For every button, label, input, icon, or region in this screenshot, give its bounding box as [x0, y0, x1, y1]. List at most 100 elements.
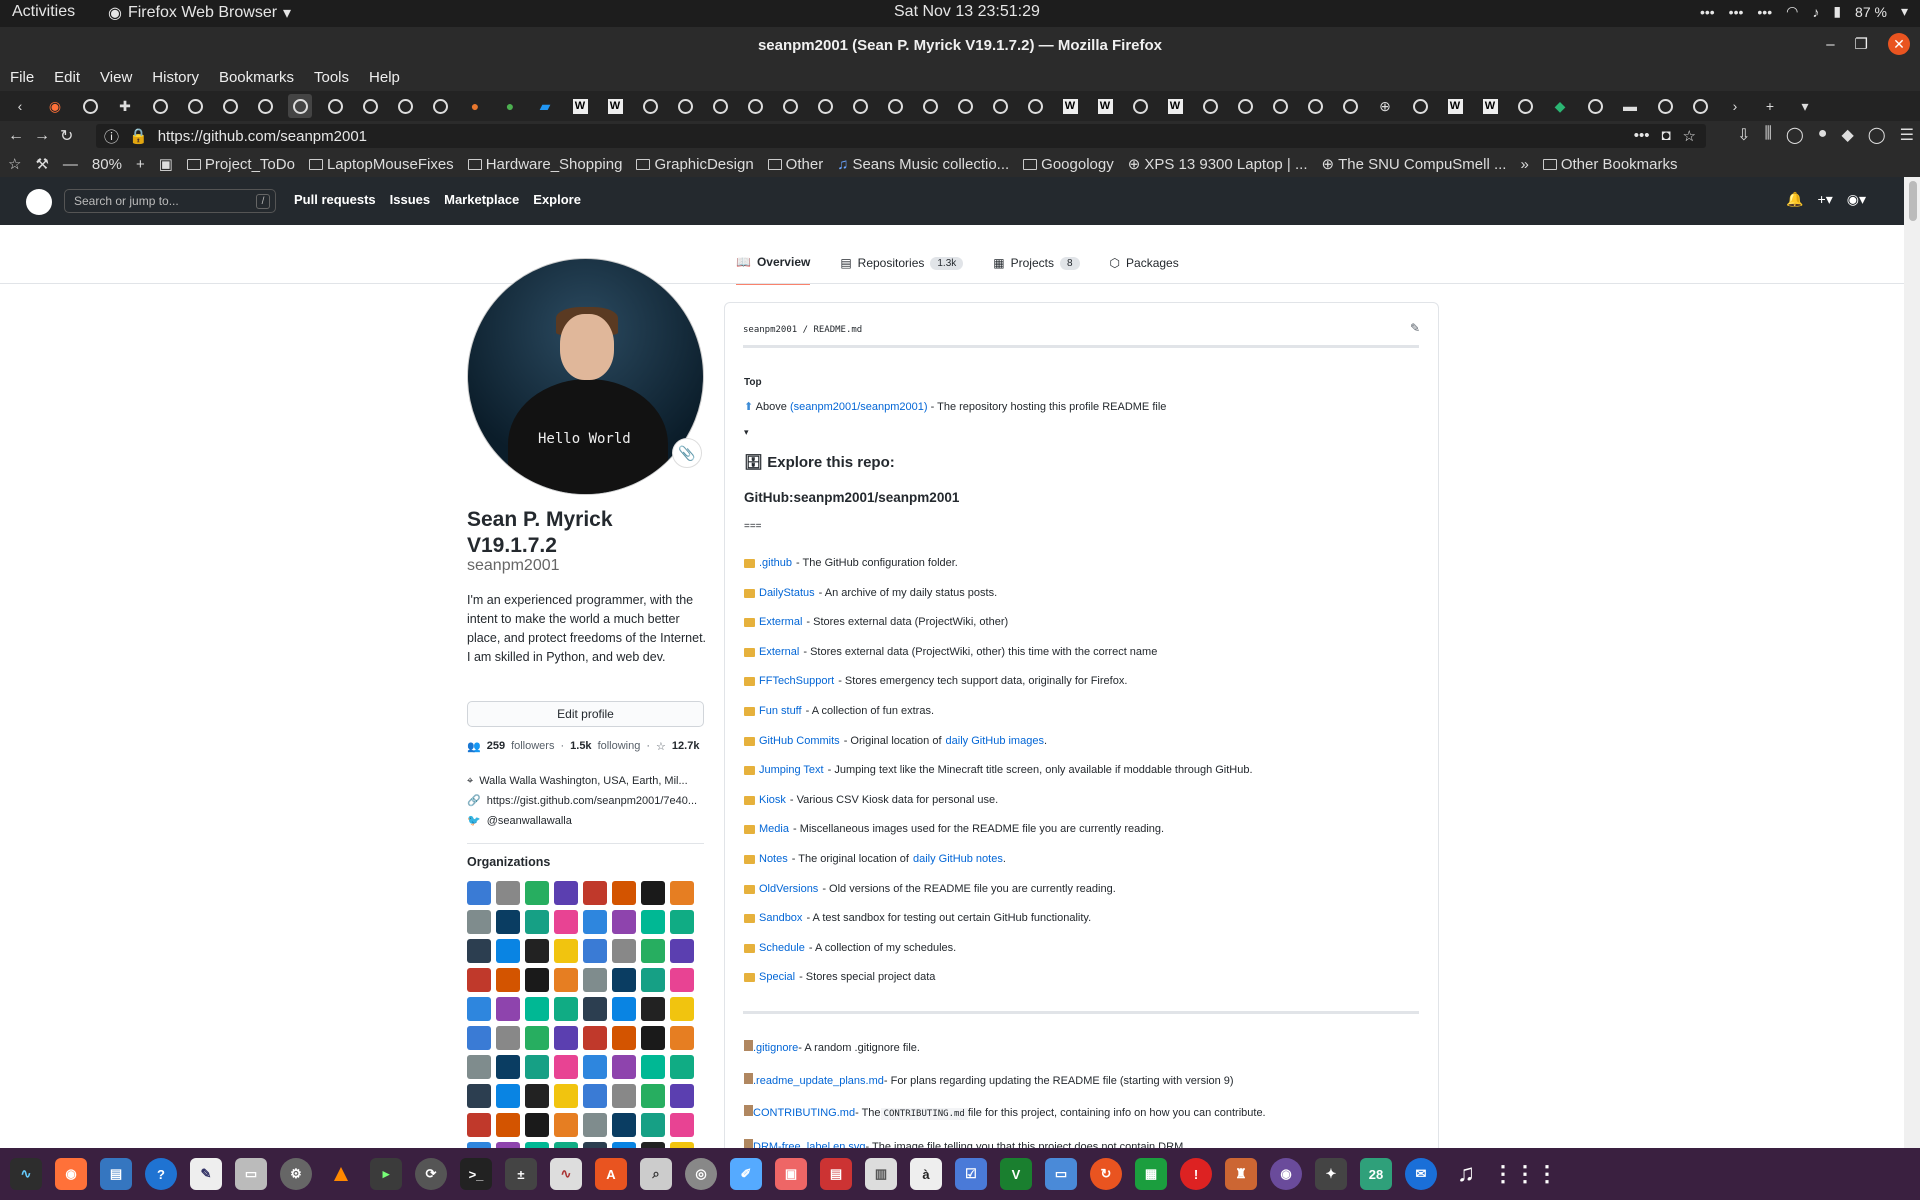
- tab-wikipedia[interactable]: W: [1163, 94, 1187, 118]
- organization-avatar[interactable]: [525, 881, 549, 905]
- files-icon[interactable]: ▭: [235, 1158, 267, 1190]
- tab-github[interactable]: [1653, 94, 1677, 118]
- forward-icon[interactable]: →: [34, 127, 50, 145]
- tab-github[interactable]: [393, 94, 417, 118]
- folder-link[interactable]: Special: [759, 963, 795, 993]
- bookmark-item[interactable]: Other: [767, 156, 823, 173]
- edit-profile-button[interactable]: Edit profile: [467, 701, 704, 727]
- organization-avatar[interactable]: [554, 939, 578, 963]
- character-map-icon[interactable]: à: [910, 1158, 942, 1190]
- app-store-icon[interactable]: A: [595, 1158, 627, 1190]
- spreadsheet-icon[interactable]: ▦: [1135, 1158, 1167, 1190]
- organization-avatar[interactable]: [641, 997, 665, 1021]
- pocket-icon[interactable]: ◘: [1661, 127, 1670, 145]
- calendar-icon[interactable]: 28: [1360, 1158, 1392, 1190]
- organization-avatar[interactable]: [670, 1113, 694, 1137]
- organization-avatar[interactable]: [583, 1113, 607, 1137]
- backup-icon[interactable]: ↻: [1090, 1158, 1122, 1190]
- terminal-icon[interactable]: ▸: [370, 1158, 402, 1190]
- organization-avatar[interactable]: [554, 1055, 578, 1079]
- volume-icon[interactable]: ♪: [1812, 4, 1819, 20]
- more-icon[interactable]: •••: [1757, 4, 1772, 20]
- more-icon[interactable]: •••: [1700, 4, 1715, 20]
- bookmark-item[interactable]: LaptopMouseFixes: [308, 156, 454, 173]
- organization-avatar[interactable]: [496, 1084, 520, 1108]
- menu-bookmarks[interactable]: Bookmarks: [219, 69, 294, 86]
- pdf-icon[interactable]: ▤: [820, 1158, 852, 1190]
- organization-avatar[interactable]: [612, 1113, 636, 1137]
- back-icon[interactable]: ←: [8, 127, 24, 145]
- file-link[interactable]: DRM-free_label.en.svg: [753, 1141, 866, 1148]
- tab-github[interactable]: [1128, 94, 1152, 118]
- system-monitor-icon[interactable]: ∿: [10, 1158, 42, 1190]
- organization-avatar[interactable]: [583, 881, 607, 905]
- organization-avatar[interactable]: [641, 881, 665, 905]
- tab-overview[interactable]: 📖 Overview: [736, 255, 811, 285]
- organization-avatar[interactable]: [525, 1084, 549, 1108]
- tab-projects[interactable]: ▦ Projects 8: [993, 255, 1080, 285]
- search-input[interactable]: Search or jump to... /: [64, 189, 276, 213]
- disk-icon[interactable]: ◎: [685, 1158, 717, 1190]
- tab-github[interactable]: [253, 94, 277, 118]
- followers-label[interactable]: followers: [511, 740, 554, 753]
- tab-github[interactable]: [848, 94, 872, 118]
- organization-avatar[interactable]: [583, 1084, 607, 1108]
- tab-wikipedia[interactable]: W: [1443, 94, 1467, 118]
- battery-icon[interactable]: ▮: [1833, 3, 1841, 20]
- nav-explore[interactable]: Explore: [533, 192, 581, 207]
- bookmark-item[interactable]: ♫ Seans Music collectio...: [837, 156, 1009, 173]
- document-viewer-icon[interactable]: ▤: [100, 1158, 132, 1190]
- folder-link[interactable]: Extermal: [759, 608, 802, 638]
- organization-avatar[interactable]: [612, 939, 636, 963]
- tab-github[interactable]: [1198, 94, 1222, 118]
- tab-github[interactable]: [813, 94, 837, 118]
- organization-avatar[interactable]: [554, 997, 578, 1021]
- tab-github[interactable]: [883, 94, 907, 118]
- organization-avatar[interactable]: [467, 997, 491, 1021]
- tab-repositories[interactable]: ▤ Repositories 1.3k: [840, 255, 964, 285]
- followers-count[interactable]: 259: [487, 740, 505, 753]
- organization-avatar[interactable]: [583, 997, 607, 1021]
- info-icon[interactable]: ⓘ: [104, 126, 119, 147]
- other-bookmarks[interactable]: Other Bookmarks: [1542, 156, 1678, 173]
- folder-link[interactable]: OldVersions: [759, 875, 818, 905]
- organization-avatar[interactable]: [496, 939, 520, 963]
- screenshot-icon[interactable]: ▣: [159, 155, 173, 173]
- profile-website[interactable]: https://gist.github.com/seanpm2001/7e40.…: [487, 791, 697, 811]
- following-label[interactable]: following: [598, 740, 641, 753]
- tab-github[interactable]: [673, 94, 697, 118]
- screenshot-icon[interactable]: ▣: [775, 1158, 807, 1190]
- organization-avatar[interactable]: [670, 1055, 694, 1079]
- url-text[interactable]: https://github.com/seanpm2001: [158, 128, 367, 145]
- bookmark-item[interactable]: ⊕ The SNU CompuSmell ...: [1322, 155, 1507, 174]
- archive-icon[interactable]: ▥: [865, 1158, 897, 1190]
- organization-avatar[interactable]: [525, 997, 549, 1021]
- wrench-icon[interactable]: ⚒: [35, 155, 48, 173]
- folder-link[interactable]: Schedule: [759, 934, 805, 964]
- folder-link[interactable]: Jumping Text: [759, 756, 824, 786]
- page-scrollbar[interactable]: [1904, 177, 1920, 1148]
- close-icon[interactable]: ✕: [1888, 33, 1910, 55]
- console-icon[interactable]: >_: [460, 1158, 492, 1190]
- extension-icon[interactable]: ●: [1818, 125, 1828, 145]
- tab-github[interactable]: [743, 94, 767, 118]
- zoom-out-icon[interactable]: —: [63, 156, 78, 173]
- notifications-icon[interactable]: 🔔: [1786, 191, 1803, 208]
- folder-link[interactable]: Fun stuff: [759, 697, 802, 727]
- tab-github[interactable]: [1338, 94, 1362, 118]
- clock[interactable]: Sat Nov 13 23:51:29: [894, 3, 1040, 21]
- chat-icon[interactable]: ▭: [1045, 1158, 1077, 1190]
- folder-link[interactable]: Notes: [759, 845, 788, 875]
- organization-avatar[interactable]: [554, 968, 578, 992]
- inline-link[interactable]: daily GitHub notes: [913, 845, 1003, 875]
- firefox-icon[interactable]: ◉: [55, 1158, 87, 1190]
- file-link[interactable]: .gitignore: [753, 1042, 798, 1054]
- organization-avatar[interactable]: [525, 939, 549, 963]
- maximize-icon[interactable]: ❐: [1855, 35, 1868, 53]
- nav-marketplace[interactable]: Marketplace: [444, 192, 519, 207]
- tab-github[interactable]: [778, 94, 802, 118]
- tab-github[interactable]: [918, 94, 942, 118]
- file-link[interactable]: CONTRIBUTING.md: [753, 1107, 855, 1119]
- create-new-icon[interactable]: +▾: [1818, 191, 1833, 208]
- menu-edit[interactable]: Edit: [54, 69, 80, 86]
